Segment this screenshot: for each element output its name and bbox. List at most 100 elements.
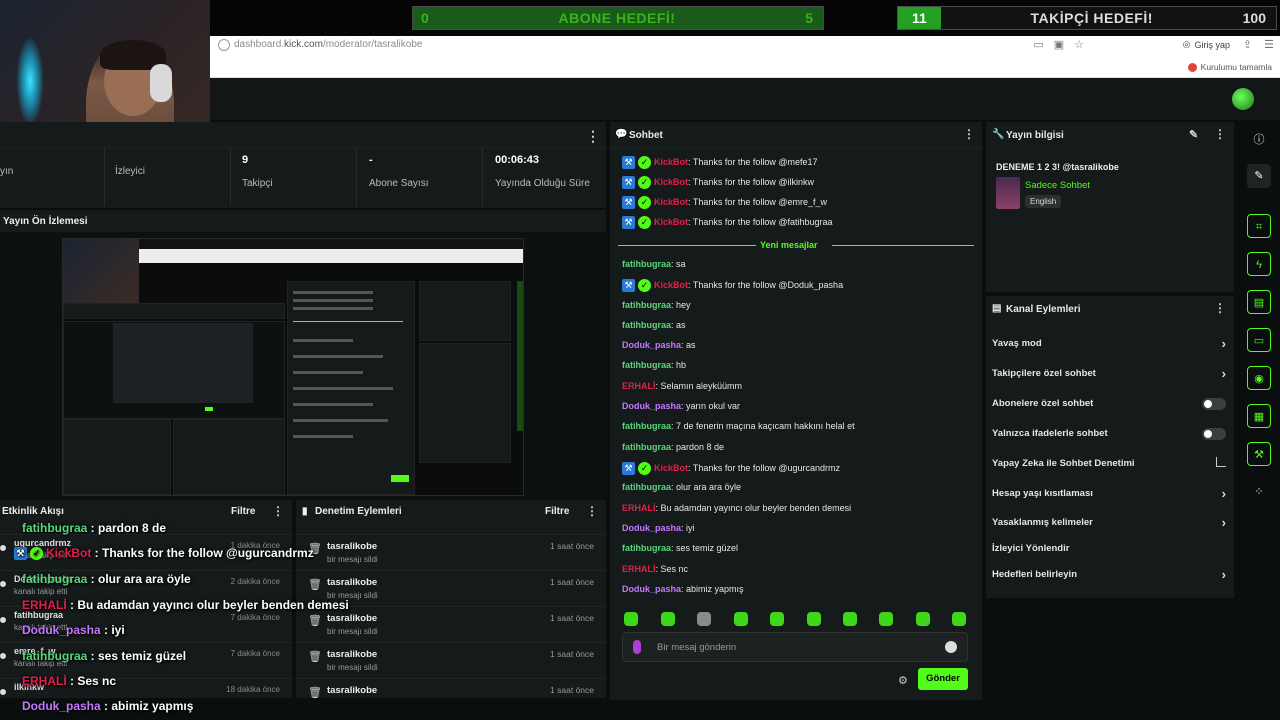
stream-preview[interactable] (0, 232, 606, 498)
install-app-icon[interactable]: ▭ (1033, 38, 1043, 51)
send-button[interactable]: Gönder (918, 668, 968, 690)
broadcast-icon[interactable]: ◉ (1247, 366, 1271, 390)
chat-message-input[interactable]: Bir mesaj gönderin (622, 632, 968, 662)
ai-moderation-row[interactable]: Yapay Zeka ile Sohbet Denetimi (992, 456, 1228, 474)
chat-message: fatihbugraa: ses temiz güzel (622, 543, 738, 553)
chat-username[interactable]: fatihbugraa (622, 543, 671, 553)
site-info-icon[interactable] (218, 39, 230, 51)
chat-message-text: : Thanks for the follow @ilkinkw (688, 176, 815, 187)
bot-badge-icon: ⚒ (622, 196, 635, 209)
follow-goal-title: TAKİPÇİ HEDEFİ! (1030, 10, 1153, 26)
edit-icon[interactable]: ✎ (1247, 164, 1271, 188)
chat-message: fatihbugraa: hey (622, 300, 691, 310)
slow-mode-row[interactable]: Yavaş mod › (992, 336, 1228, 354)
chat-username[interactable]: KickBot (654, 280, 688, 290)
chat-username[interactable]: fatihbugraa (622, 421, 671, 431)
emote-icon[interactable] (807, 612, 821, 626)
emote-icon[interactable] (697, 612, 711, 626)
microphone-icon[interactable] (633, 640, 641, 654)
verified-badge-icon: ✓ (638, 216, 651, 229)
chat-bubble-icon: 💬 (615, 129, 628, 140)
chat-message-text: : hb (671, 360, 687, 370)
apps-icon[interactable]: ⁘ (1247, 480, 1271, 504)
moderation-menu-icon[interactable]: ⋮ (586, 504, 598, 518)
extensions-icon[interactable]: ⇪ (1243, 38, 1252, 51)
trash-icon: 🗑 (308, 687, 322, 699)
chat-username[interactable]: fatihbugraa (622, 259, 671, 269)
info-icon[interactable]: ⓘ (1247, 128, 1271, 152)
chat-username[interactable]: KickBot (654, 217, 688, 227)
profile-icon: ◎ (1182, 39, 1191, 49)
chat-username[interactable]: fatihbugraa (622, 360, 671, 370)
chat-username[interactable]: fatihbugraa (622, 300, 671, 310)
bookmark-star-icon[interactable]: ☆ (1074, 38, 1084, 51)
chat-username[interactable]: KickBot (654, 463, 688, 473)
chat-username[interactable]: ERHALİ (622, 503, 656, 513)
chat-username[interactable]: ERHALİ (622, 381, 656, 391)
emoji-picker-icon[interactable] (945, 641, 957, 653)
chat-username[interactable]: Doduk_pasha (622, 401, 681, 411)
preview-video[interactable] (62, 238, 524, 496)
banned-words-row[interactable]: Yasaklanmış kelimeler › (992, 515, 1228, 533)
subscribers-only-toggle[interactable] (1202, 398, 1226, 410)
set-goals-row[interactable]: Hedefleri belirleyin › (992, 567, 1228, 585)
login-button[interactable]: ◎ Giriş yap (1183, 39, 1230, 50)
layout-icon[interactable]: ▦ (1247, 404, 1271, 428)
stream-info-menu-icon[interactable]: ⋮ (1214, 127, 1226, 141)
setup-banner[interactable]: Kurulumu tamamla (1187, 62, 1272, 72)
chat-username[interactable]: KickBot (654, 177, 688, 187)
emote-icon[interactable] (879, 612, 893, 626)
emote-only-toggle[interactable] (1202, 428, 1226, 440)
emote-icon[interactable] (661, 612, 675, 626)
chat-message-text: : Bu adamdan yayıncı olur beyler benden … (655, 503, 852, 513)
chat-username[interactable]: Doduk_pasha (622, 523, 681, 533)
emote-icon[interactable] (916, 612, 930, 626)
browser-menu-icon[interactable]: ☰ (1264, 38, 1274, 51)
address-bar[interactable]: dashboard.kick.com/moderator/tasralikobe (234, 39, 422, 50)
chat-menu-icon[interactable]: ⋮ (963, 127, 975, 141)
chat-message-text: : Thanks for the follow @emre_f_w (688, 196, 828, 207)
activity-menu-icon[interactable]: ⋮ (272, 504, 284, 518)
chat-username[interactable]: Doduk_pasha (622, 340, 681, 350)
chat-username[interactable]: fatihbugraa (622, 442, 671, 452)
chat-username[interactable]: KickBot (654, 197, 688, 207)
raid-row[interactable]: İzleyici Yönlendir (992, 541, 1228, 559)
crop-icon[interactable]: ⌗ (1247, 214, 1271, 238)
stream-info-header: 🔧 Yayın bilgisi ✎ ⋮ (986, 122, 1234, 148)
channel-actions-menu-icon[interactable]: ⋮ (1214, 301, 1226, 315)
wrench-tool-icon[interactable]: ⚒ (1247, 442, 1271, 466)
emote-icon[interactable] (952, 612, 966, 626)
moderation-filter-button[interactable]: Filtre (545, 506, 569, 517)
chat-icon[interactable]: ▭ (1247, 328, 1271, 352)
activity-filter-button[interactable]: Filtre (231, 506, 255, 517)
stats-menu-icon[interactable]: ⋮ (586, 128, 600, 145)
screenshot-icon[interactable]: ▣ (1054, 38, 1064, 51)
chat-message: Doduk_pasha: yarın okul var (622, 401, 740, 411)
category-name[interactable]: Sadece Sohbet (1025, 180, 1090, 191)
account-age-row[interactable]: Hesap yaşı kısıtlaması › (992, 486, 1228, 504)
user-avatar[interactable] (1232, 88, 1254, 110)
verified-badge-icon: ✓ (638, 279, 651, 292)
emote-icon[interactable] (770, 612, 784, 626)
chat-username[interactable]: fatihbugraa (622, 482, 671, 492)
stats-header (0, 122, 606, 148)
activity-feed-title: Etkinlik Akışı (2, 506, 64, 517)
bot-badge-icon: ⚒ (622, 279, 635, 292)
emote-icon[interactable] (624, 612, 638, 626)
chat-username[interactable]: KickBot (654, 157, 688, 167)
stat-uptime: 00:06:43 Yayında Olduğu Süre (495, 154, 590, 189)
chat-username[interactable]: Doduk_pasha (622, 584, 681, 594)
chat-settings-gear-icon[interactable]: ⚙ (898, 674, 908, 687)
emote-icon[interactable] (843, 612, 857, 626)
followers-only-row[interactable]: Takipçilere özel sohbet › (992, 366, 1228, 384)
chat-username[interactable]: fatihbugraa (622, 320, 671, 330)
emote-icon[interactable] (734, 612, 748, 626)
follower-goal-bar: 11 TAKİPÇİ HEDEFİ! 100 (897, 6, 1277, 30)
moderation-title: Denetim Eylemleri (315, 506, 402, 517)
document-icon[interactable]: ▤ (1247, 290, 1271, 314)
chat-message: ⚒ ✓ KickBot: Thanks for the follow @ugurca… (622, 462, 840, 475)
edit-pencil-icon[interactable]: ✎ (1189, 128, 1198, 141)
lightning-icon[interactable]: ϟ (1247, 252, 1271, 276)
stream-stats-panel: ⋮ yın İzleyici 9 Takipçi - Abone Sayısı … (0, 122, 606, 208)
chat-username[interactable]: ERHALİ (622, 564, 656, 574)
